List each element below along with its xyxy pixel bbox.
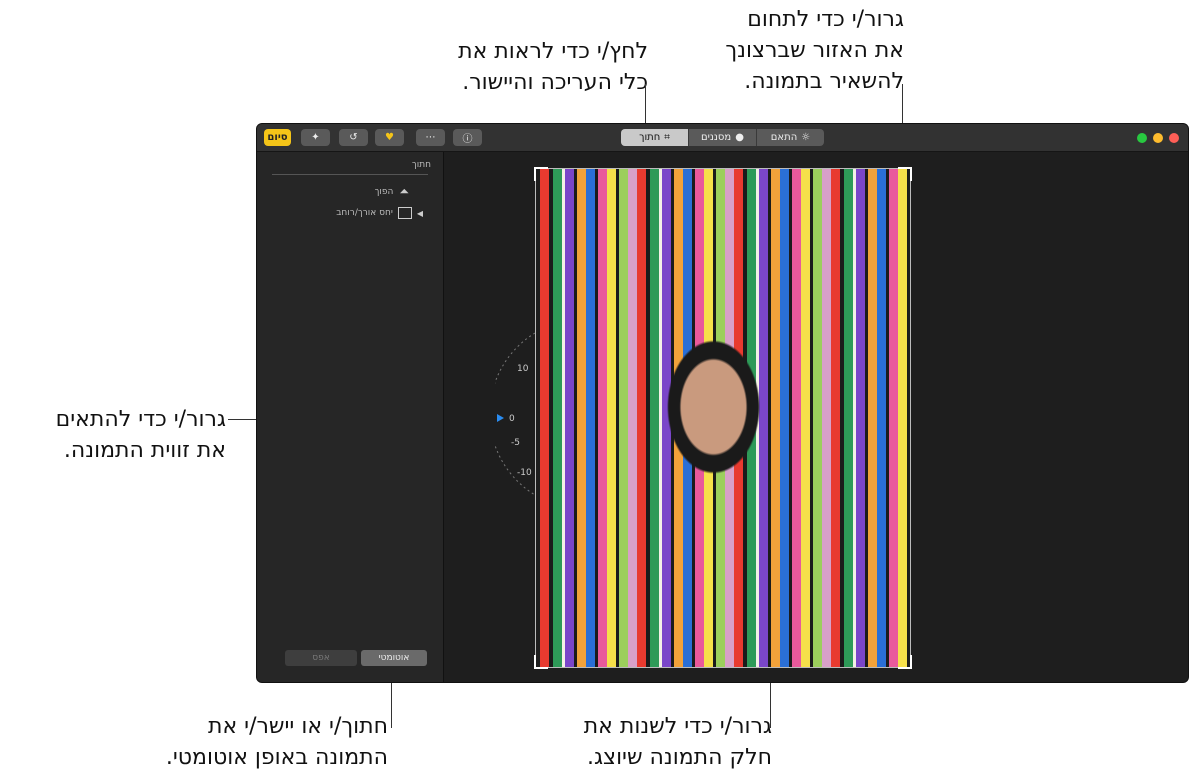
- rotate-icon: ↺: [349, 132, 358, 143]
- callout-editing-tools: לחץ/י כדי לראות את כלי העריכה והיישור.: [458, 39, 648, 95]
- crop-sidebar: חתוך ⏶ הפוך ◀ יחס אורך/רוחב אפס אוטומטי: [257, 152, 444, 682]
- close-button[interactable]: [1137, 133, 1147, 143]
- info-icon: ⓘ: [462, 134, 473, 145]
- filters-icon: ●: [735, 132, 744, 143]
- zoom-button[interactable]: [1169, 133, 1179, 143]
- adjust-icon: ☼: [801, 132, 811, 143]
- rotate-button[interactable]: ↺: [339, 129, 368, 146]
- dial-tick-minus-5: -5: [511, 438, 520, 448]
- dial-tick-minus-10: -10: [517, 468, 532, 478]
- callout-reposition: גרור/י כדי לשנות את חלק התמונה שיוצג.: [583, 714, 772, 770]
- reset-button[interactable]: אפס: [285, 650, 357, 666]
- auto-button[interactable]: אוטומטי: [361, 650, 427, 666]
- sidebar-divider: [272, 174, 428, 175]
- flip-icon: ⏶: [399, 184, 409, 198]
- flip-option[interactable]: ⏶ הפוך: [375, 184, 409, 199]
- callout-crop-area: גרור/י כדי לתחום את האזור שברצונך להשאיר…: [725, 7, 904, 94]
- callout-straighten: גרור/י כדי להתאים את זווית התמונה.: [55, 407, 226, 463]
- filters-tab-label: מסננים: [701, 132, 732, 143]
- crop-icon: ⌗: [664, 132, 670, 143]
- toolbar: סיום ✦ ↺ ♥ ⋯ ⓘ חתוך ⌗ מסננים ● התאם ☼: [257, 124, 1188, 152]
- crop-handle-bottom-right[interactable]: [898, 655, 912, 669]
- sidebar-section-title: חתוך: [411, 160, 431, 170]
- crop-handle-top-right[interactable]: [898, 167, 912, 181]
- done-button[interactable]: סיום: [264, 129, 291, 146]
- adjust-tab-label: התאם: [770, 132, 798, 143]
- crop-handle-bottom-left[interactable]: [534, 655, 548, 669]
- callout-auto: חתוך/י או יישר/י את התמונה באופן אוטומטי…: [165, 714, 388, 770]
- crop-frame[interactable]: [534, 167, 912, 669]
- tab-filters[interactable]: מסננים ●: [688, 129, 756, 146]
- photos-window: סיום ✦ ↺ ♥ ⋯ ⓘ חתוך ⌗ מסננים ● התאם ☼ חת…: [257, 124, 1188, 682]
- tab-crop[interactable]: חתוך ⌗: [621, 129, 688, 146]
- aspect-icon: [397, 207, 412, 219]
- crop-tab-label: חתוך: [639, 132, 661, 143]
- aspect-label: יחס אורך/רוחב: [336, 208, 393, 218]
- info-button[interactable]: ⓘ: [453, 129, 482, 146]
- dial-svg: 10 0 -5 -10: [489, 332, 536, 496]
- magic-wand-icon: ✦: [311, 132, 320, 143]
- more-button[interactable]: ⋯: [416, 129, 445, 146]
- more-icon: ⋯: [425, 132, 436, 143]
- heart-icon: ♥: [385, 132, 394, 143]
- straighten-dial[interactable]: 10 0 -5 -10: [489, 329, 539, 499]
- dial-pointer-icon: [497, 414, 504, 422]
- disclosure-arrow-icon: ◀: [416, 208, 423, 218]
- favorite-button[interactable]: ♥: [375, 129, 404, 146]
- dial-tick-10: 10: [517, 364, 529, 374]
- crop-handle-top-left[interactable]: [534, 167, 548, 181]
- dial-tick-0: 0: [509, 414, 515, 424]
- aspect-option[interactable]: ◀ יחס אורך/רוחב: [336, 207, 423, 219]
- edit-mode-tabs: חתוך ⌗ מסננים ● התאם ☼: [621, 129, 824, 146]
- magic-wand-button[interactable]: ✦: [301, 129, 330, 146]
- flip-label: הפוך: [374, 186, 394, 197]
- minimize-button[interactable]: [1153, 133, 1163, 143]
- tab-adjust[interactable]: התאם ☼: [756, 129, 824, 146]
